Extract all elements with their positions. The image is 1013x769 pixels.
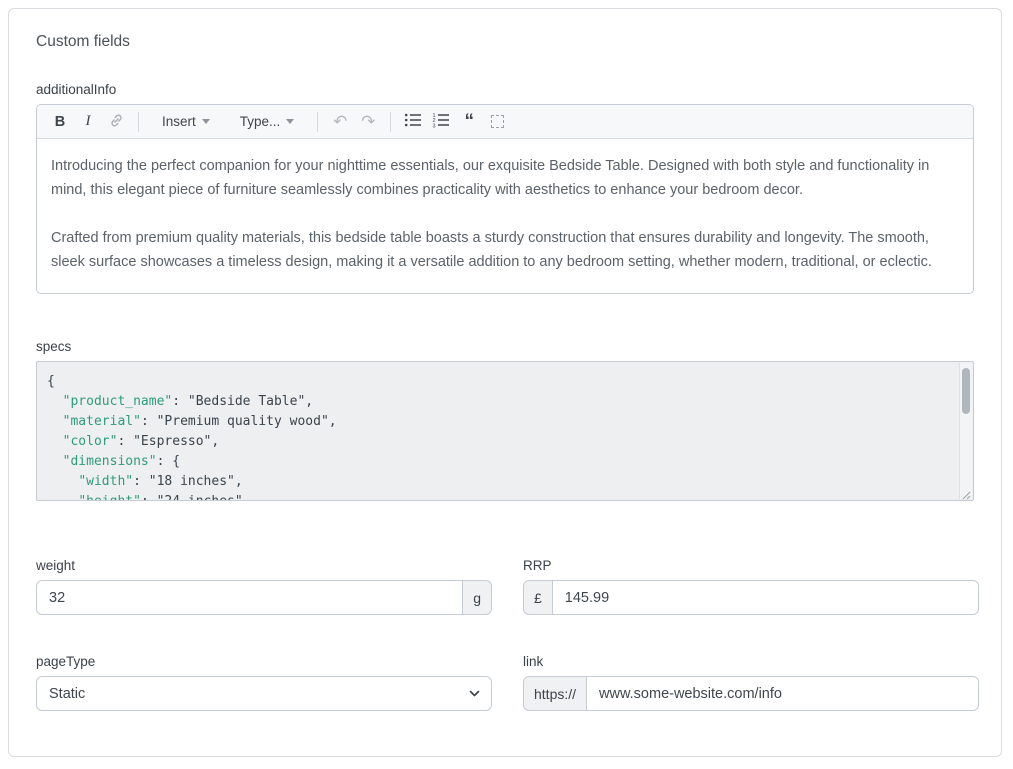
redo-button[interactable]: ↷ <box>355 109 381 135</box>
toolbar-separator <box>390 112 391 132</box>
weight-input-group: g <box>36 580 492 615</box>
dashed-square-icon <box>491 115 504 128</box>
bullet-list-icon <box>404 112 422 131</box>
redo-icon: ↷ <box>361 112 375 132</box>
rich-text-editor: B I Insert Typ <box>36 104 974 294</box>
specs-field: specs { "product_name": "Bedside Table",… <box>36 339 974 501</box>
rrp-currency-addon: £ <box>523 580 552 615</box>
link-field: link https:// <box>523 654 979 711</box>
link-protocol-addon: https:// <box>523 676 586 711</box>
insert-dropdown[interactable]: Insert <box>154 109 218 135</box>
additional-info-label: additionalInfo <box>36 82 974 97</box>
editor-content[interactable]: Introducing the perfect companion for yo… <box>37 139 973 293</box>
page-type-select[interactable]: Static <box>36 676 492 711</box>
chevron-down-icon <box>202 119 210 124</box>
link-icon <box>108 112 125 132</box>
italic-button[interactable]: I <box>75 109 101 135</box>
specs-code-editor[interactable]: { "product_name": "Bedside Table", "mate… <box>36 361 974 501</box>
type-dropdown-label: Type... <box>240 114 281 129</box>
svg-text:3: 3 <box>433 123 436 128</box>
numbered-list-button[interactable]: 123 <box>428 109 454 135</box>
specs-scrollbar[interactable] <box>959 363 972 499</box>
toolbar-separator <box>138 112 139 132</box>
link-input-group: https:// <box>523 676 979 711</box>
link-input[interactable] <box>586 676 979 711</box>
section-title: Custom fields <box>36 33 974 51</box>
page-type-label: pageType <box>36 654 492 669</box>
weight-field: weight g <box>36 558 492 615</box>
insert-dropdown-label: Insert <box>162 114 196 129</box>
bullet-list-button[interactable] <box>400 109 426 135</box>
rrp-label: RRP <box>523 558 979 573</box>
blockquote-button[interactable]: “ <box>456 109 482 135</box>
rrp-input[interactable] <box>552 580 979 615</box>
custom-fields-card: Custom fields additionalInfo B I <box>8 8 1002 757</box>
editor-paragraph: Crafted from premium quality materials, … <box>51 226 959 274</box>
page-type-field: pageType Static <box>36 654 492 711</box>
rrp-field: RRP £ <box>523 558 979 615</box>
bold-button[interactable]: B <box>47 109 73 135</box>
page-type-select-wrap: Static <box>36 676 492 711</box>
specs-scrollbar-thumb[interactable] <box>962 368 970 414</box>
dashed-frame-button[interactable] <box>484 109 510 135</box>
editor-paragraph: Introducing the perfect companion for yo… <box>51 154 959 202</box>
blockquote-icon: “ <box>465 117 475 127</box>
type-dropdown[interactable]: Type... <box>232 109 303 135</box>
additional-info-field: additionalInfo B I Insert <box>36 82 974 294</box>
chevron-down-icon <box>286 119 294 124</box>
specs-code[interactable]: { "product_name": "Bedside Table", "mate… <box>37 362 959 500</box>
numbered-list-icon: 123 <box>432 112 450 131</box>
weight-label: weight <box>36 558 492 573</box>
link-button[interactable] <box>103 109 129 135</box>
toolbar-separator <box>317 112 318 132</box>
resize-handle-icon[interactable] <box>960 487 971 498</box>
editor-toolbar: B I Insert Typ <box>37 105 973 139</box>
link-label: link <box>523 654 979 669</box>
undo-button[interactable]: ↶ <box>327 109 353 135</box>
weight-unit-addon: g <box>463 580 492 615</box>
rrp-input-group: £ <box>523 580 979 615</box>
undo-icon: ↶ <box>333 112 347 132</box>
specs-label: specs <box>36 339 974 354</box>
weight-input[interactable] <box>36 580 463 615</box>
